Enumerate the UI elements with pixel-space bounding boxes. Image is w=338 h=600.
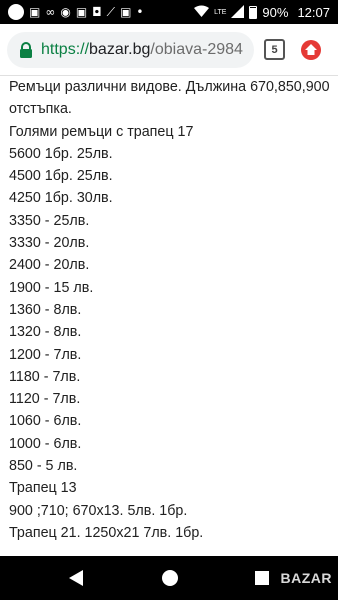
text-line: Трапец 13 — [9, 480, 77, 497]
address-bar[interactable]: https://bazar.bg/obiava-2984 — [7, 31, 254, 68]
status-bar: ▣ ∞ ◉ ▣ ◘ ⟋ ▣ • LTE 90% 12:07 — [0, 0, 338, 24]
circle-icon — [8, 4, 24, 20]
signal-icon — [231, 4, 245, 20]
lock-icon — [20, 41, 32, 58]
battery-icon — [249, 5, 258, 19]
text-line: Ремъци различни видове. Дължина 670,850,… — [9, 79, 330, 95]
text-line: 1000 - 6лв. — [9, 435, 82, 452]
text-line: 1180 - 7лв. — [9, 368, 81, 385]
battery-percent: 90% — [262, 4, 289, 20]
wifi-icon — [194, 5, 210, 19]
text-line: 1320 - 8лв. — [9, 324, 82, 341]
notification-icons: ▣ ∞ ◉ ▣ ◘ ⟋ ▣ • — [0, 4, 144, 20]
image-icon: ▣ — [75, 5, 88, 19]
image-icon: ▣ — [29, 5, 41, 19]
image-icon: ▣ — [120, 5, 132, 19]
browser-icon: ◉ — [60, 5, 71, 19]
text-line: 900 ;710; 670х13. 5лв. 1бр. — [9, 502, 188, 519]
voicemail-icon: ∞ — [45, 5, 56, 19]
text-line: 1200 - 7лв. — [9, 346, 82, 363]
text-line: 1120 - 7лв. — [9, 391, 81, 408]
back-icon[interactable] — [68, 569, 84, 587]
url-host: bazar.bg — [89, 40, 151, 58]
broom-icon: ⟋ — [106, 5, 116, 19]
more-dot-icon: • — [136, 5, 144, 19]
text-line: 4500 1бр. 25лв. — [9, 168, 113, 185]
text-line: 3330 - 20лв. — [9, 235, 90, 252]
text-line: 5600 1бр. 25лв. — [9, 145, 113, 162]
watermark-logo: BAZAR — [256, 555, 338, 600]
shopping-bag-icon: ◘ — [92, 5, 102, 19]
text-line: отстъпка. — [9, 101, 72, 118]
text-line: Трапец 21. 1250х21 7лв. 1бр. — [9, 524, 204, 541]
text-line: 1900 - 15 лв. — [9, 279, 94, 296]
clock: 12:07 — [297, 4, 330, 20]
text-line: 1360 - 8лв. — [9, 301, 82, 318]
home-icon[interactable] — [301, 39, 321, 60]
browser-toolbar: https://bazar.bg/obiava-2984 5 — [0, 24, 338, 76]
network-type: LTE — [214, 8, 227, 16]
url-text: https://bazar.bg/obiava-2984 — [41, 41, 243, 59]
text-line: 3350 - 25лв. — [9, 212, 90, 229]
url-path: /obiava-2984 — [150, 40, 243, 58]
tab-switcher-button[interactable]: 5 — [264, 39, 285, 60]
text-line: Голями ремъци с трапец 17 — [9, 123, 194, 140]
text-line: 850 - 5 лв. — [9, 458, 78, 475]
text-line: 4250 1бр. 30лв. — [9, 190, 113, 207]
text-line: 2400 - 20лв. — [9, 257, 90, 274]
home-icon[interactable] — [161, 569, 179, 587]
ad-description: Ремъци различни видове. Дължина 670,850,… — [9, 76, 338, 556]
system-icons: LTE 90% 12:07 — [194, 4, 338, 20]
url-scheme: https:// — [41, 40, 90, 58]
watermark-text: BAZAR — [280, 569, 332, 586]
text-line: 1060 - 6лв. — [9, 413, 82, 430]
